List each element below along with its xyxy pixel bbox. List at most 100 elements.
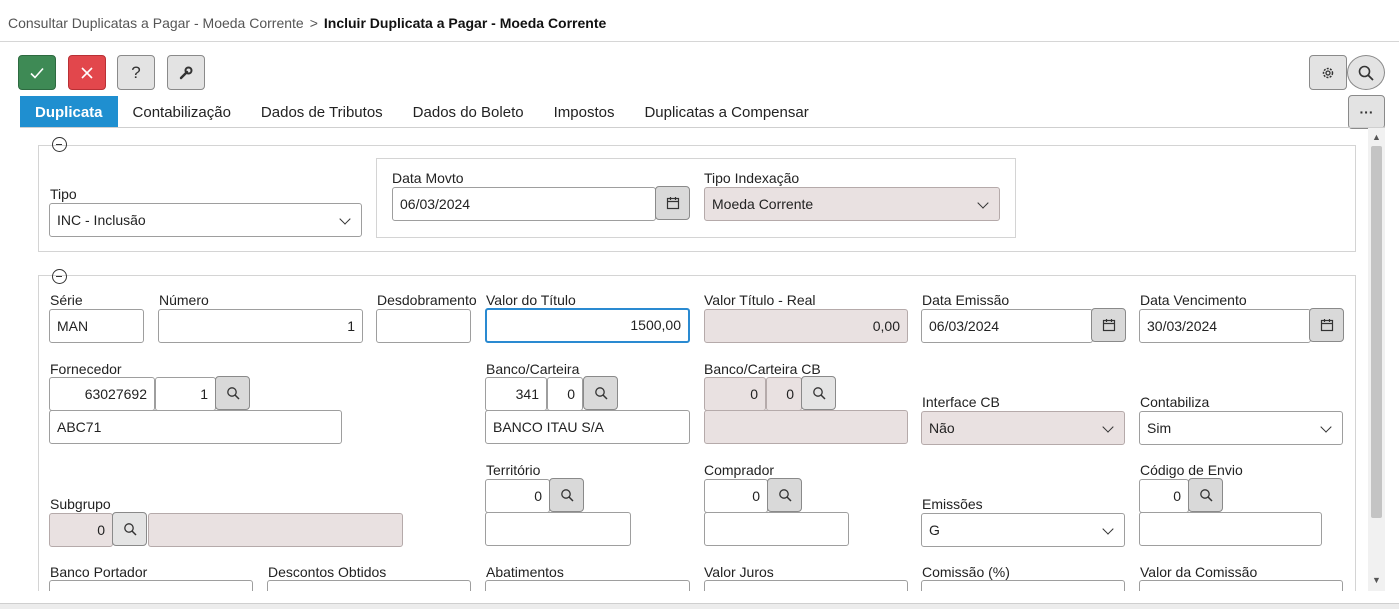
- fornecedor-code-input[interactable]: 63027692: [49, 377, 155, 411]
- search-icon: [1358, 65, 1374, 81]
- data-vencimento-input[interactable]: 30/03/2024: [1139, 309, 1311, 343]
- scrollbar-thumb[interactable]: [1371, 146, 1382, 518]
- tools-button[interactable]: [167, 55, 205, 90]
- comprador-label: Comprador: [704, 462, 775, 478]
- wrench-icon: [179, 66, 193, 79]
- collapse-section-1-icon[interactable]: [52, 137, 67, 152]
- territorio-code-value: 0: [534, 488, 542, 504]
- search-icon: [778, 489, 792, 502]
- valor-comissao-label: Valor da Comissão: [1140, 564, 1258, 580]
- tipo-value: INC - Inclusão: [57, 212, 146, 228]
- abatimentos-input[interactable]: [485, 580, 690, 591]
- valor-comissao-input[interactable]: [1139, 580, 1343, 591]
- comprador-code-value: 0: [752, 488, 760, 504]
- help-button[interactable]: ?: [117, 55, 155, 90]
- tipo-select[interactable]: INC - Inclusão: [49, 203, 362, 237]
- data-emissao-calendar-button[interactable]: [1091, 308, 1126, 342]
- subgrupo-name-input[interactable]: [148, 513, 403, 547]
- codigo-envio-search-button[interactable]: [1188, 478, 1223, 512]
- tab-contabilizacao[interactable]: Contabilização: [118, 96, 246, 128]
- scroll-down-icon[interactable]: ▼: [1372, 575, 1381, 585]
- valor-titulo-input[interactable]: 1500,00: [485, 308, 690, 343]
- calendar-icon: [1320, 319, 1333, 332]
- comissao-pct-input[interactable]: [921, 580, 1125, 591]
- banco-carteira-cb-sub-input[interactable]: 0: [766, 377, 802, 411]
- tab-dados-do-boleto[interactable]: Dados do Boleto: [398, 96, 539, 128]
- subgrupo-code-input[interactable]: 0: [49, 513, 113, 547]
- form-content: Tipo INC - Inclusão Data Movto 06/03/202…: [20, 128, 1368, 591]
- settings-button[interactable]: [1309, 55, 1347, 90]
- emissoes-select[interactable]: G: [921, 513, 1125, 547]
- page-title: Incluir Duplicata a Pagar - Moeda Corren…: [323, 15, 607, 31]
- banco-carteira-name-value: BANCO ITAU S/A: [493, 419, 604, 435]
- valor-titulo-real-label: Valor Título - Real: [704, 292, 816, 308]
- tipo-indexacao-select[interactable]: Moeda Corrente: [704, 187, 1000, 221]
- data-vencimento-calendar-button[interactable]: [1309, 308, 1344, 342]
- data-emissao-input[interactable]: 06/03/2024: [921, 309, 1093, 343]
- subgrupo-search-button[interactable]: [112, 512, 147, 546]
- data-vencimento-label: Data Vencimento: [1140, 292, 1247, 308]
- interface-cb-select[interactable]: Não: [921, 411, 1125, 445]
- tab-dados-de-tributos[interactable]: Dados de Tributos: [246, 96, 398, 128]
- breadcrumb: Consultar Duplicatas a Pagar - Moeda Cor…: [0, 0, 1399, 42]
- codigo-envio-code-value: 0: [1173, 488, 1181, 504]
- comprador-code-input[interactable]: 0: [704, 479, 768, 513]
- subgrupo-code-value: 0: [97, 522, 105, 538]
- fornecedor-code-value: 63027692: [84, 386, 147, 402]
- codigo-envio-label: Código de Envio: [1140, 462, 1243, 478]
- valor-titulo-real-value: 0,00: [872, 318, 900, 334]
- banco-carteira-cb-label: Banco/Carteira CB: [704, 361, 821, 377]
- comprador-search-button[interactable]: [767, 478, 802, 512]
- banco-portador-label: Banco Portador: [50, 564, 148, 580]
- tab-duplicatas-a-compensar[interactable]: Duplicatas a Compensar: [629, 96, 823, 128]
- valor-titulo-label: Valor do Título: [486, 292, 576, 308]
- tab-duplicata[interactable]: Duplicata: [20, 96, 118, 128]
- serie-input[interactable]: MAN: [49, 309, 144, 343]
- valor-titulo-real-input[interactable]: 0,00: [704, 309, 908, 343]
- scroll-up-icon[interactable]: ▲: [1372, 132, 1381, 142]
- territorio-code-input[interactable]: 0: [485, 479, 550, 513]
- territorio-name-input[interactable]: [485, 512, 631, 546]
- descontos-obtidos-label: Descontos Obtidos: [268, 564, 387, 580]
- confirm-button[interactable]: [18, 55, 56, 90]
- cancel-button[interactable]: [68, 55, 106, 90]
- search-icon: [560, 489, 574, 502]
- fornecedor-sub-input[interactable]: 1: [155, 377, 216, 411]
- banco-carteira-cb-search-button[interactable]: [801, 376, 836, 410]
- desdobramento-input[interactable]: [376, 309, 471, 343]
- interface-cb-label: Interface CB: [922, 394, 1000, 410]
- contabiliza-select[interactable]: Sim: [1139, 411, 1343, 445]
- comprador-name-input[interactable]: [704, 512, 849, 546]
- more-options-button[interactable]: ···: [1348, 95, 1385, 129]
- vertical-scrollbar[interactable]: ▲ ▼: [1368, 128, 1385, 591]
- help-label: ?: [131, 62, 141, 82]
- codigo-envio-code-input[interactable]: 0: [1139, 479, 1189, 513]
- valor-titulo-value: 1500,00: [630, 317, 681, 333]
- banco-carteira-code-input[interactable]: 341: [485, 377, 547, 411]
- banco-carteira-search-button[interactable]: [583, 376, 618, 410]
- valor-juros-input[interactable]: [704, 580, 908, 591]
- tab-impostos[interactable]: Impostos: [539, 96, 630, 128]
- search-icon: [226, 387, 240, 400]
- serie-value: MAN: [57, 318, 89, 334]
- banco-carteira-label: Banco/Carteira: [486, 361, 580, 377]
- data-movto-input[interactable]: 06/03/2024: [392, 187, 656, 221]
- fornecedor-search-button[interactable]: [215, 376, 250, 410]
- search-icon: [123, 523, 137, 536]
- territorio-search-button[interactable]: [549, 478, 584, 512]
- breadcrumb-parent-link[interactable]: Consultar Duplicatas a Pagar - Moeda Cor…: [8, 15, 304, 31]
- codigo-envio-name-input[interactable]: [1139, 512, 1322, 546]
- descontos-obtidos-input[interactable]: [267, 580, 471, 591]
- search-button[interactable]: [1347, 55, 1385, 90]
- banco-portador-input[interactable]: [49, 580, 253, 591]
- emissoes-label: Emissões: [922, 496, 983, 512]
- banco-carteira-cb-name-input[interactable]: [704, 410, 908, 444]
- banco-carteira-sub-input[interactable]: 0: [547, 377, 583, 411]
- numero-input[interactable]: 1: [158, 309, 363, 343]
- fornecedor-name-input[interactable]: ABC71: [49, 410, 342, 444]
- data-movto-calendar-button[interactable]: [655, 186, 690, 220]
- tipo-indexacao-value: Moeda Corrente: [712, 196, 814, 212]
- collapse-section-2-icon[interactable]: [52, 269, 67, 284]
- banco-carteira-cb-code-input[interactable]: 0: [704, 377, 766, 411]
- banco-carteira-name-input[interactable]: BANCO ITAU S/A: [485, 410, 690, 444]
